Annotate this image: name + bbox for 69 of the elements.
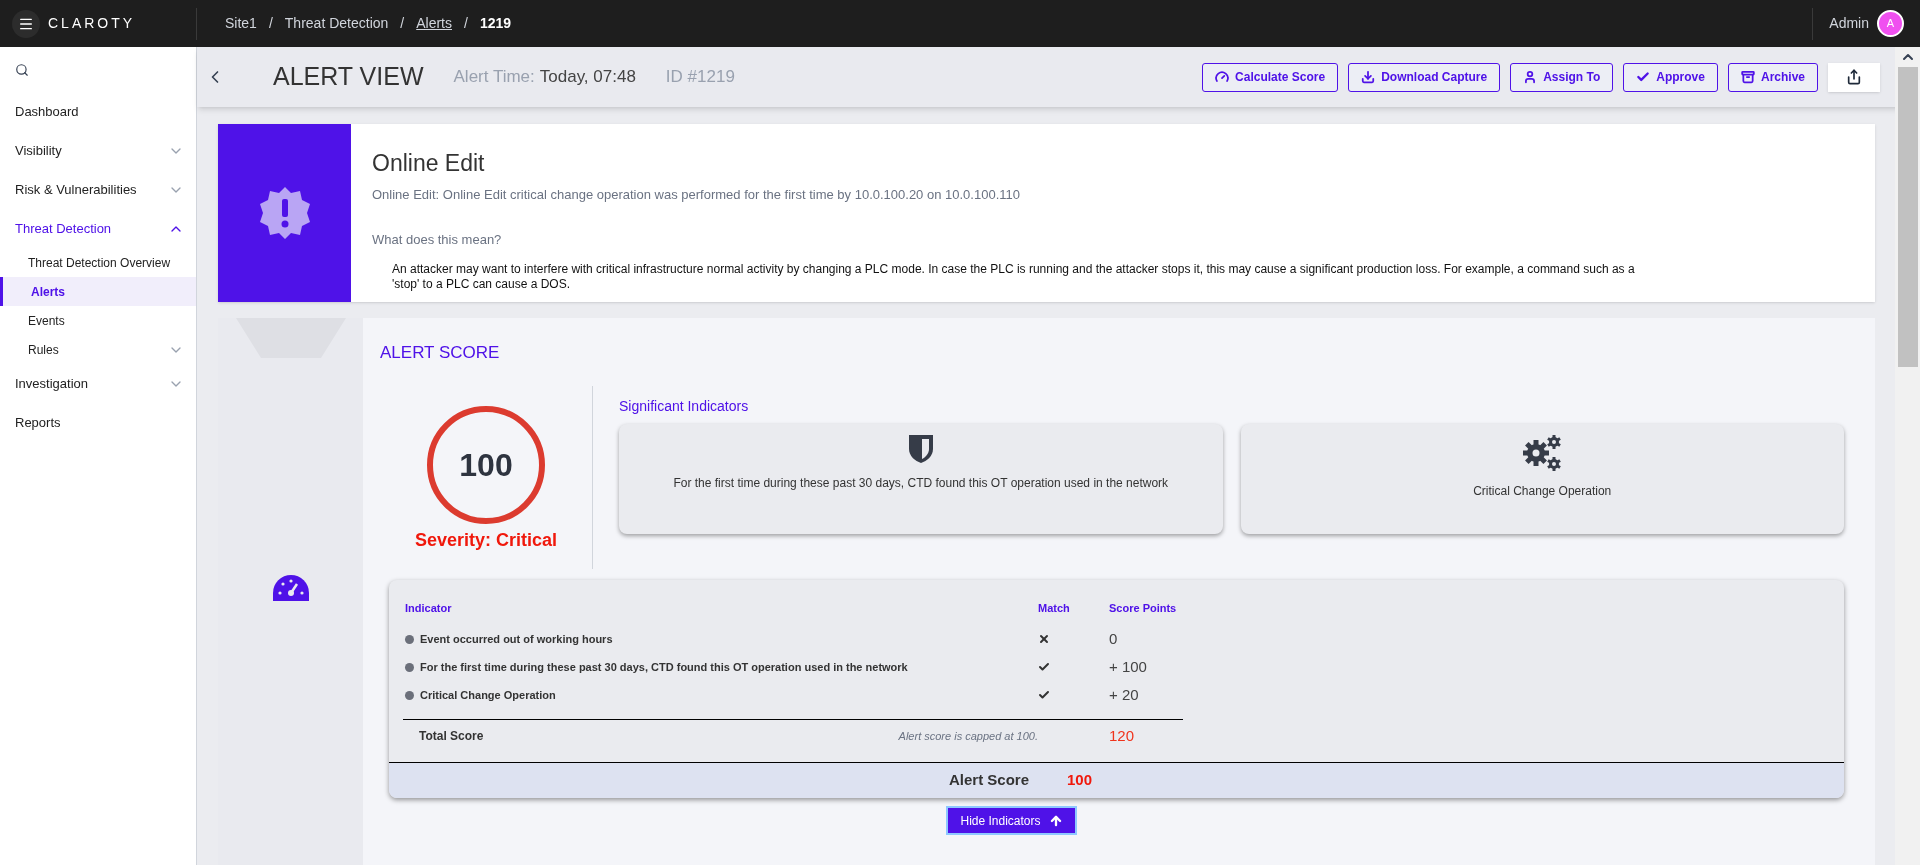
sidebar-item[interactable]: Reports <box>0 403 196 442</box>
table-cell-text: 0 <box>1109 628 1118 649</box>
table-cell-text: Event occurred out of working hours <box>420 631 613 647</box>
sidebar-item[interactable]: Threat Detection <box>0 209 196 248</box>
table-cell-text: For the first time during these past 30 days, CTD found this OT operation used in the network <box>420 659 908 675</box>
sidebar-item[interactable]: Alerts <box>0 277 196 306</box>
breadcrumb-separator: / <box>464 14 468 33</box>
toolbar-button[interactable]: Calculate Score <box>1202 62 1339 92</box>
toolbar-button[interactable]: Approve <box>1623 62 1718 92</box>
share-button[interactable] <box>1828 62 1880 92</box>
breadcrumb-item: 1219 <box>479 14 512 33</box>
toolbar-button[interactable]: Archive <box>1727 62 1818 92</box>
sidebar-item[interactable]: Threat Detection Overview <box>0 248 196 277</box>
table-cell-text: + 100 <box>1109 656 1147 677</box>
alert-score-value: 100 <box>1067 770 1093 791</box>
bullet-icon <box>405 690 414 700</box>
sidebar-item[interactable]: Investigation <box>0 364 196 403</box>
breadcrumb-separator: / <box>400 14 405 33</box>
table-cell-text: + 20 <box>1109 684 1139 705</box>
alert-score-label: Alert Score <box>947 770 1030 791</box>
gears-icon <box>1522 433 1563 472</box>
indicators-heading: Significant Indicators <box>619 396 750 416</box>
breadcrumb-link[interactable]: Alerts <box>416 13 452 34</box>
share-icon <box>1846 69 1862 85</box>
hide-indicators-button[interactable]: Hide Indicators <box>946 806 1077 835</box>
breadcrumb-item: Site1 <box>225 14 257 33</box>
check-icon <box>1636 70 1651 84</box>
sidebar-item[interactable]: Risk & Vulnerabilities <box>0 170 196 209</box>
brand-logo: CLAROTY <box>48 14 136 33</box>
table-cell-text: Critical Change Operation <box>420 687 556 703</box>
total-score: 120 <box>1109 725 1135 746</box>
archive-icon <box>1740 70 1755 84</box>
toolbar-button[interactable]: Assign To <box>1510 62 1614 92</box>
toolbar-button[interactable]: Download Capture <box>1348 62 1501 92</box>
shield-icon <box>907 433 934 464</box>
bullet-icon <box>405 662 414 672</box>
alert-description: Online Edit: Online Edit critical change operation was performed for the first time by 10.0.100.20 on 10.0.100.110 <box>372 185 1021 204</box>
breadcrumb-separator: / <box>268 14 273 33</box>
total-label: Total Score <box>418 728 485 745</box>
user-icon <box>1523 70 1538 84</box>
alert-time-label: Alert Time: <box>453 66 535 89</box>
scrollbar[interactable] <box>1895 47 1920 865</box>
alert-title: Online Edit <box>372 149 486 178</box>
page-title: ALERT VIEW <box>273 61 424 93</box>
cap-note: Alert score is capped at 100. <box>897 728 1038 744</box>
column-header: Indicator <box>405 600 453 616</box>
severity-label: Severity: Critical <box>414 528 558 552</box>
alert-explanation: An attacker may want to interfere with critical infrastructure normal activity by changing a PLC mode. In case the PLC is running and the attacker stops it, this may cause a significant production loss. For example, a command such as a 'stop' to a PLC can cause a DOS. <box>392 261 1636 292</box>
column-header: Match <box>1038 600 1071 616</box>
user-name: Admin <box>1829 14 1869 33</box>
question-heading: What does this mean? <box>372 231 503 249</box>
download-icon <box>1361 70 1376 84</box>
section-title: ALERT SCORE <box>380 342 501 364</box>
column-header: Score Points <box>1109 600 1177 616</box>
menu-button[interactable] <box>12 9 40 38</box>
bullet-icon <box>405 634 414 644</box>
sidebar-item[interactable]: Events <box>0 306 196 335</box>
gauge-icon <box>270 573 311 603</box>
alert-time: Today, 07:48 <box>539 66 636 89</box>
indicator-text: For the first time during these past 30 days, CTD found this OT operation used in the network <box>673 474 1169 492</box>
gauge-icon <box>1215 70 1230 84</box>
sidebar-item[interactable]: Visibility <box>0 131 196 170</box>
sidebar-item[interactable]: Dashboard <box>0 92 196 131</box>
search-icon[interactable] <box>15 62 29 77</box>
indicator-text: Critical Change Operation <box>1473 482 1612 500</box>
scrollbar-thumb[interactable] <box>1897 67 1918 367</box>
breadcrumb-item: Threat Detection <box>284 14 389 33</box>
sidebar-item[interactable]: Rules <box>0 335 196 364</box>
alert-id: ID #1219 <box>665 66 735 89</box>
